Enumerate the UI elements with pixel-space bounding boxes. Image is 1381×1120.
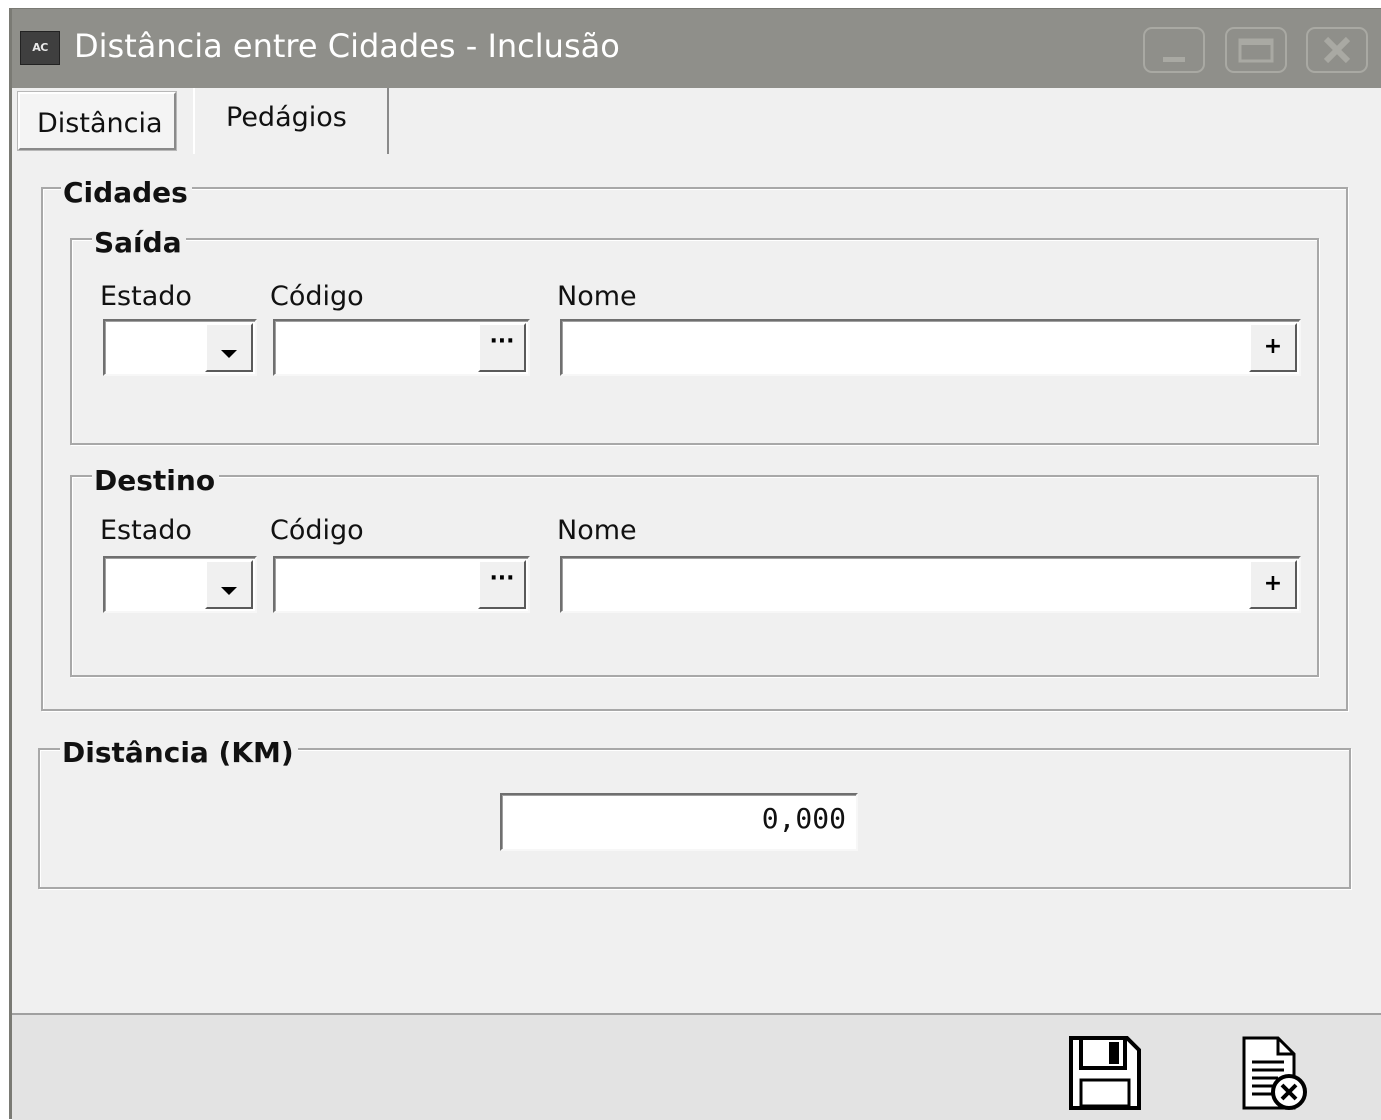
close-button[interactable] — [1306, 27, 1368, 73]
destino-codigo-field[interactable]: ··· — [273, 556, 530, 613]
saida-estado-dropdown-button[interactable] — [205, 323, 253, 372]
chevron-down-icon — [221, 587, 237, 595]
destino-nome-field[interactable]: + — [560, 556, 1301, 613]
app-icon: AC — [20, 31, 60, 65]
tab-pedagios[interactable]: Pedágios — [193, 88, 389, 154]
destino-estado-select[interactable] — [103, 556, 257, 613]
saida-codigo-field[interactable]: ··· — [273, 319, 530, 376]
destino-nome-label: Nome — [557, 515, 637, 546]
tab-strip: Distância Pedágios — [12, 88, 1381, 154]
minimize-icon — [1163, 57, 1185, 62]
close-icon — [1323, 36, 1351, 64]
destino-add-city-button[interactable]: + — [1249, 560, 1297, 609]
destino-legend: Destino — [92, 464, 220, 497]
distancia-km-field[interactable]: 0,000 — [500, 793, 858, 851]
ellipsis-icon: ··· — [489, 566, 515, 591]
distancia-legend: Distância (KM) — [60, 736, 298, 769]
cancel-button[interactable] — [1240, 1034, 1310, 1114]
saida-nome-label: Nome — [557, 281, 637, 312]
destino-codigo-label: Código — [270, 515, 364, 546]
save-button[interactable] — [1067, 1034, 1143, 1112]
distancia-km-value: 0,000 — [761, 802, 846, 835]
title-bar[interactable]: AC Distância entre Cidades - Inclusão — [12, 9, 1381, 88]
saida-codigo-lookup-button[interactable]: ··· — [478, 323, 526, 372]
tab-distancia[interactable]: Distância — [17, 91, 177, 151]
window-title: Distância entre Cidades - Inclusão — [74, 27, 620, 65]
saida-add-city-button[interactable]: + — [1249, 323, 1297, 372]
cidades-legend: Cidades — [61, 176, 192, 209]
saida-codigo-label: Código — [270, 281, 364, 312]
saida-estado-label: Estado — [100, 281, 192, 312]
floppy-disk-icon — [1069, 1036, 1141, 1110]
chevron-down-icon — [221, 350, 237, 358]
destino-codigo-lookup-button[interactable]: ··· — [478, 560, 526, 609]
maximize-button[interactable] — [1225, 27, 1287, 73]
minimize-button[interactable] — [1143, 27, 1205, 73]
plus-icon: + — [1263, 334, 1283, 359]
plus-icon: + — [1263, 571, 1283, 596]
ellipsis-icon: ··· — [489, 329, 515, 354]
document-cancel-icon — [1242, 1036, 1307, 1110]
saida-nome-field[interactable]: + — [560, 319, 1301, 376]
footer-bar — [12, 1013, 1381, 1120]
saida-estado-select[interactable] — [103, 319, 257, 376]
window: AC Distância entre Cidades - Inclusão Di… — [9, 8, 1381, 1120]
saida-legend: Saída — [92, 226, 186, 259]
maximize-icon — [1238, 38, 1274, 63]
destino-estado-label: Estado — [100, 515, 192, 546]
destino-estado-dropdown-button[interactable] — [205, 560, 253, 609]
